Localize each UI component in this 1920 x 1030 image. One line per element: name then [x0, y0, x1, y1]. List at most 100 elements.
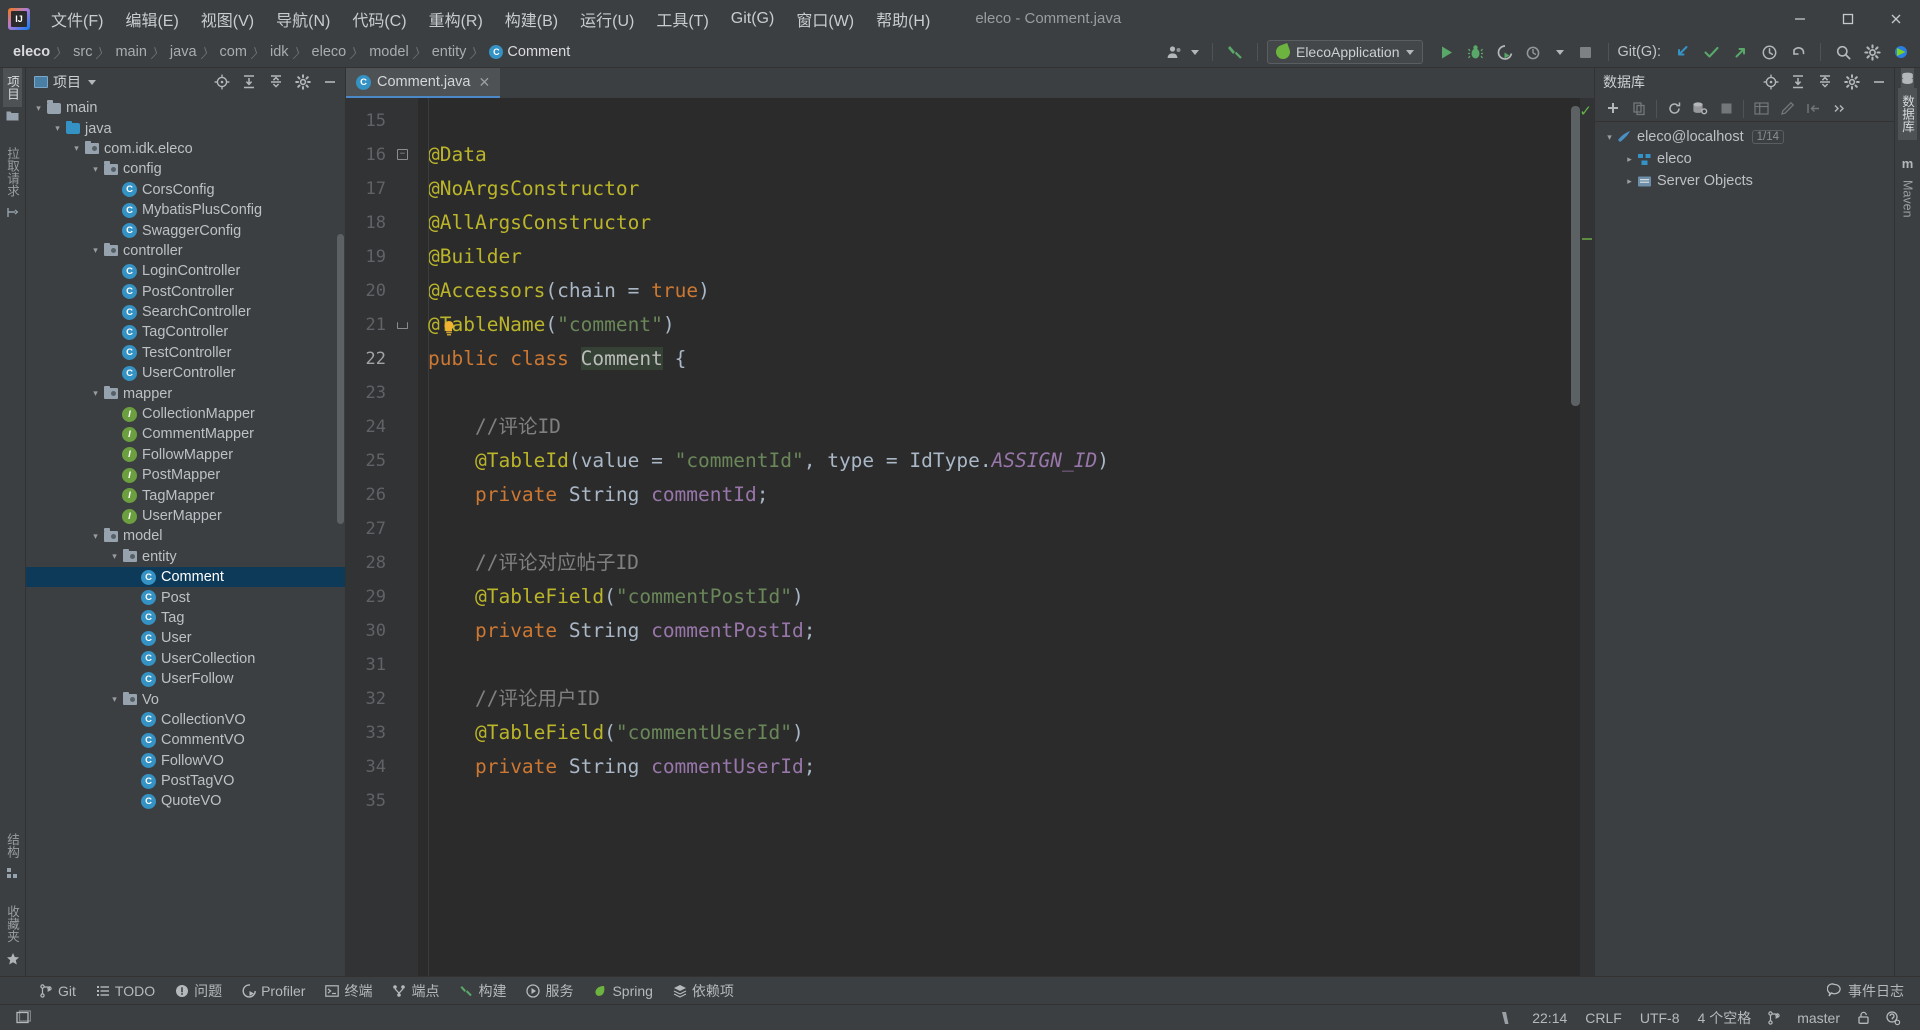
code-line[interactable]: @TableId(value = "commentId", type = IdT…: [418, 444, 1594, 478]
project-tree-item[interactable]: I TagMapper: [26, 485, 345, 505]
tool-tab-services[interactable]: 服务: [517, 978, 582, 1004]
status-line-separator[interactable]: CRLF: [1576, 1008, 1631, 1028]
line-number[interactable]: 22: [346, 342, 418, 376]
refresh-icon[interactable]: [1662, 98, 1686, 120]
tool-tab-todo[interactable]: TODO: [87, 980, 164, 1002]
code-line[interactable]: public class Comment {: [418, 342, 1594, 376]
tool-tab-profiler[interactable]: Profiler: [233, 980, 314, 1002]
tool-tab-problems[interactable]: 问题: [166, 978, 231, 1004]
breadcrumb-item-eleco[interactable]: eleco: [309, 42, 350, 62]
code-content[interactable]: @Data @NoArgsConstructor @AllArgsConstruct…: [418, 98, 1594, 976]
project-tree-item[interactable]: C CorsConfig: [26, 180, 345, 200]
modify-icon[interactable]: [1775, 98, 1799, 120]
strip-tab-bookmarks[interactable]: 收藏夹: [3, 898, 22, 950]
breadcrumb-item-comment[interactable]: C Comment: [486, 42, 573, 62]
user-account-icon[interactable]: [1162, 40, 1188, 64]
project-tree-item[interactable]: C PostTagVO: [26, 771, 345, 791]
menu-view[interactable]: 视图(V): [190, 3, 265, 35]
collapse-all-icon[interactable]: [265, 71, 287, 93]
chevron-down-icon[interactable]: ▾: [89, 245, 102, 256]
project-tree-item[interactable]: C SwaggerConfig: [26, 220, 345, 240]
history-icon[interactable]: [1756, 40, 1782, 64]
add-data-source-icon[interactable]: [1601, 98, 1625, 120]
code-line[interactable]: [418, 648, 1594, 682]
chevron-down-icon[interactable]: ▾: [51, 123, 64, 134]
run-configuration-selector[interactable]: ElecoApplication: [1266, 40, 1423, 64]
project-view-chevron-down-icon[interactable]: [88, 79, 96, 85]
project-tree-item[interactable]: C PostController: [26, 282, 345, 302]
layout-icon[interactable]: [10, 1010, 36, 1025]
more-actions-icon[interactable]: [1827, 98, 1851, 120]
strip-tab-pull-requests-icon-slot[interactable]: [6, 204, 19, 221]
minimize-button[interactable]: [1776, 0, 1824, 37]
lock-icon[interactable]: [1849, 1010, 1878, 1025]
strip-tab-database-icon-slot[interactable]: [1901, 68, 1914, 88]
status-indent[interactable]: 4 个空格: [1689, 1006, 1761, 1030]
event-log-button[interactable]: 事件日志: [1827, 981, 1920, 1001]
db-settings-gear-icon[interactable]: [1841, 71, 1863, 93]
database-tree[interactable]: ▾ eleco@localhost 1/14 ▸ eleco ▸ Server Object…: [1595, 122, 1894, 976]
search-everywhere-icon[interactable]: [1830, 40, 1856, 64]
line-number[interactable]: 21: [346, 308, 418, 342]
strip-tab-project-icon-slot[interactable]: [6, 107, 19, 124]
line-number[interactable]: 30: [346, 614, 418, 648]
code-line[interactable]: @TableField("commentPostId"): [418, 580, 1594, 614]
intention-bulb-icon[interactable]: [442, 320, 456, 337]
chevron-right-icon[interactable]: ▸: [1623, 176, 1636, 187]
line-number[interactable]: 28: [346, 546, 418, 580]
hide-panel-icon[interactable]: [319, 71, 341, 93]
code-line[interactable]: [418, 376, 1594, 410]
code-line[interactable]: @Accessors(chain = true): [418, 274, 1594, 308]
status-position[interactable]: 22:14: [1523, 1008, 1576, 1028]
chevron-down-icon[interactable]: ▾: [70, 143, 83, 154]
strip-tab-project[interactable]: 项目: [3, 68, 22, 107]
tool-tab-build[interactable]: 构建: [450, 978, 515, 1004]
status-branch[interactable]: master: [1788, 1008, 1849, 1028]
code-line[interactable]: private String commentPostId;: [418, 614, 1594, 648]
code-line[interactable]: private String commentUserId;: [418, 750, 1594, 784]
menu-run[interactable]: 运行(U): [569, 3, 645, 35]
copy-data-source-icon[interactable]: [1627, 98, 1651, 120]
database-tree-item[interactable]: ▾ eleco@localhost 1/14: [1595, 126, 1894, 148]
debug-button[interactable]: [1463, 40, 1489, 64]
project-tree-item[interactable]: C MybatisPlusConfig: [26, 200, 345, 220]
line-number[interactable]: 20: [346, 274, 418, 308]
code-line[interactable]: @Data: [418, 138, 1594, 172]
commit-icon[interactable]: [1698, 40, 1724, 64]
tool-tab-terminal[interactable]: 终端: [316, 978, 381, 1004]
project-tree[interactable]: ▾ main ▾ java ▾ com.idk.eleco ▾ config C CorsConf…: [26, 96, 345, 976]
menu-help[interactable]: 帮助(H): [865, 3, 941, 35]
stop-button[interactable]: [1573, 40, 1599, 64]
tool-tab-dependencies[interactable]: 依赖项: [664, 978, 743, 1004]
project-tree-item[interactable]: C TagController: [26, 322, 345, 342]
update-project-icon[interactable]: [1669, 40, 1695, 64]
project-tree-item[interactable]: C FollowVO: [26, 751, 345, 771]
project-tree-item[interactable]: ▾ model: [26, 526, 345, 546]
chevron-down-icon[interactable]: ▾: [89, 531, 102, 542]
strip-tab-maven[interactable]: Maven: [1901, 173, 1915, 225]
code-line[interactable]: @TableName("comment"): [418, 308, 1594, 342]
project-tree-item[interactable]: C TestController: [26, 343, 345, 363]
code-line[interactable]: //评论对应帖子ID: [418, 546, 1594, 580]
line-number[interactable]: 16−: [346, 138, 418, 172]
expand-all-icon[interactable]: [238, 71, 260, 93]
project-tree-item[interactable]: ▾ main: [26, 98, 345, 118]
project-tree-item[interactable]: ▾ config: [26, 159, 345, 179]
editor-tab-comment-java[interactable]: C Comment.java ✕: [346, 68, 501, 98]
project-tree-item[interactable]: I UserMapper: [26, 506, 345, 526]
project-tree-item[interactable]: ▾ com.idk.eleco: [26, 139, 345, 159]
project-tree-item[interactable]: C Post: [26, 587, 345, 607]
menu-edit[interactable]: 编辑(E): [114, 3, 189, 35]
project-tree-item[interactable]: ▾ entity: [26, 547, 345, 567]
project-tree-item[interactable]: I FollowMapper: [26, 445, 345, 465]
ide-settings-icon[interactable]: [1878, 1010, 1908, 1026]
code-line[interactable]: @Builder: [418, 240, 1594, 274]
tool-tab-git[interactable]: Git: [30, 980, 85, 1002]
breadcrumb-item-com[interactable]: com: [217, 42, 250, 62]
status-encoding[interactable]: UTF-8: [1631, 1008, 1689, 1028]
line-number[interactable]: 26: [346, 478, 418, 512]
chevron-down-icon[interactable]: ▾: [108, 551, 121, 562]
stop-query-icon[interactable]: [1714, 98, 1738, 120]
line-number[interactable]: 25: [346, 444, 418, 478]
chevron-down-icon[interactable]: ▾: [89, 164, 102, 175]
